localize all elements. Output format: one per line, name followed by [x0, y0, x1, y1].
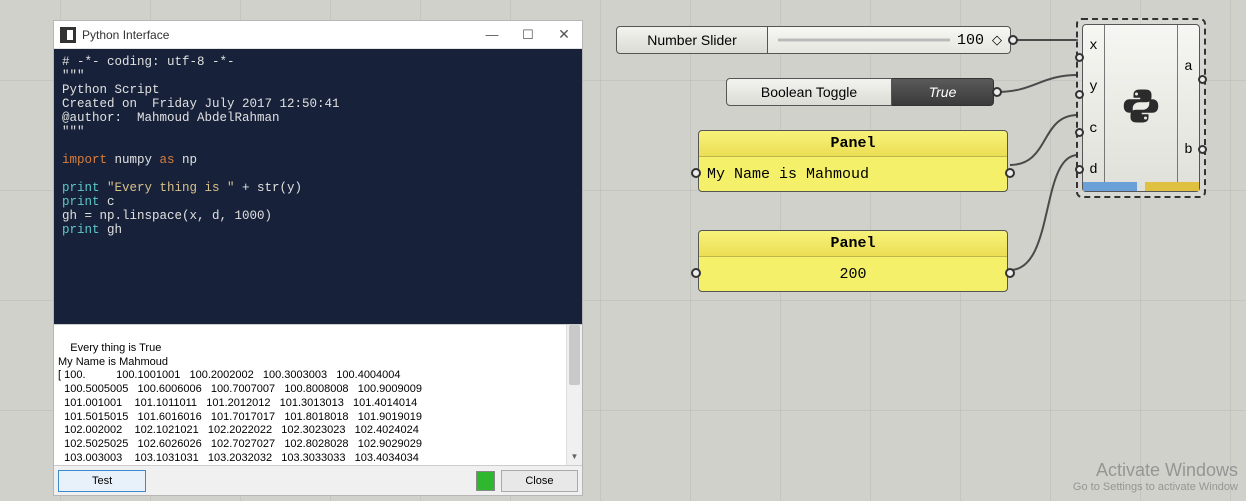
- output-port-b[interactable]: [1198, 145, 1207, 154]
- toggle-output-port[interactable]: [992, 87, 1002, 97]
- python-script-component[interactable]: xycd ab: [1076, 18, 1206, 198]
- output-ports: ab: [1177, 25, 1199, 191]
- output-scrollbar[interactable]: ▲ ▼: [566, 325, 582, 465]
- panel-value[interactable]: 200: [699, 257, 1007, 291]
- panel-value[interactable]: My Name is Mahmoud: [699, 157, 1007, 191]
- port-label-y: y: [1089, 79, 1097, 95]
- panel-title: Panel: [699, 131, 1007, 157]
- minimize-button[interactable]: —: [474, 21, 510, 49]
- input-port-d[interactable]: [1075, 165, 1084, 174]
- port-label-x: x: [1089, 38, 1097, 54]
- window-title: Python Interface: [82, 28, 169, 42]
- slider-track[interactable]: 100 ◇: [768, 26, 1011, 54]
- toggle-label: Boolean Toggle: [726, 78, 892, 106]
- boolean-toggle-component[interactable]: Boolean Toggle True: [726, 78, 994, 106]
- slider-value: 100: [957, 32, 984, 49]
- output-text: Every thing is True My Name is Mahmoud […: [58, 342, 422, 465]
- python-interface-window: Python Interface — ☐ ✕ # -*- coding: utf…: [53, 20, 583, 496]
- port-label-c: c: [1089, 121, 1097, 137]
- port-label-d: d: [1089, 162, 1097, 178]
- slider-label: Number Slider: [616, 26, 768, 54]
- windows-activation-watermark: Activate Windows Go to Settings to activ…: [1073, 460, 1238, 493]
- panel-input-port[interactable]: [691, 268, 701, 278]
- input-port-y[interactable]: [1075, 90, 1084, 99]
- panel-title: Panel: [699, 231, 1007, 257]
- panel-input-port[interactable]: [691, 168, 701, 178]
- test-button[interactable]: Test: [58, 470, 146, 492]
- close-window-button[interactable]: ✕: [546, 21, 582, 49]
- bottom-toolbar: Test Close: [54, 465, 582, 495]
- watermark-title: Activate Windows: [1073, 460, 1238, 481]
- slider-handle-icon[interactable]: ◇: [992, 32, 1002, 48]
- watermark-subtitle: Go to Settings to activate Window: [1073, 481, 1238, 493]
- python-logo-icon: [1105, 25, 1177, 191]
- close-button[interactable]: Close: [501, 470, 578, 492]
- panel-output-port[interactable]: [1005, 168, 1015, 178]
- toggle-value[interactable]: True: [892, 78, 994, 106]
- input-port-c[interactable]: [1075, 128, 1084, 137]
- port-label-a: a: [1184, 59, 1192, 75]
- panel-component-2[interactable]: Panel 200: [698, 230, 1008, 292]
- input-ports: x y c d: [1083, 25, 1105, 191]
- scroll-thumb[interactable]: [569, 325, 580, 385]
- app-icon: [60, 27, 76, 43]
- output-console[interactable]: Every thing is True My Name is Mahmoud […: [54, 324, 582, 465]
- panel-component-1[interactable]: Panel My Name is Mahmoud: [698, 130, 1008, 192]
- port-label-b: b: [1184, 142, 1192, 158]
- panel-output-port[interactable]: [1005, 268, 1015, 278]
- scroll-down-icon[interactable]: ▼: [567, 449, 582, 465]
- titlebar[interactable]: Python Interface — ☐ ✕: [54, 21, 582, 49]
- output-port-a[interactable]: [1198, 75, 1207, 84]
- slider-output-port[interactable]: [1008, 35, 1018, 45]
- input-port-x[interactable]: [1075, 53, 1084, 62]
- status-indicator-icon: [476, 471, 495, 491]
- maximize-button[interactable]: ☐: [510, 21, 546, 49]
- code-editor[interactable]: # -*- coding: utf-8 -*-"""Python ScriptC…: [54, 49, 582, 324]
- number-slider-component[interactable]: Number Slider 100 ◇: [616, 26, 1011, 54]
